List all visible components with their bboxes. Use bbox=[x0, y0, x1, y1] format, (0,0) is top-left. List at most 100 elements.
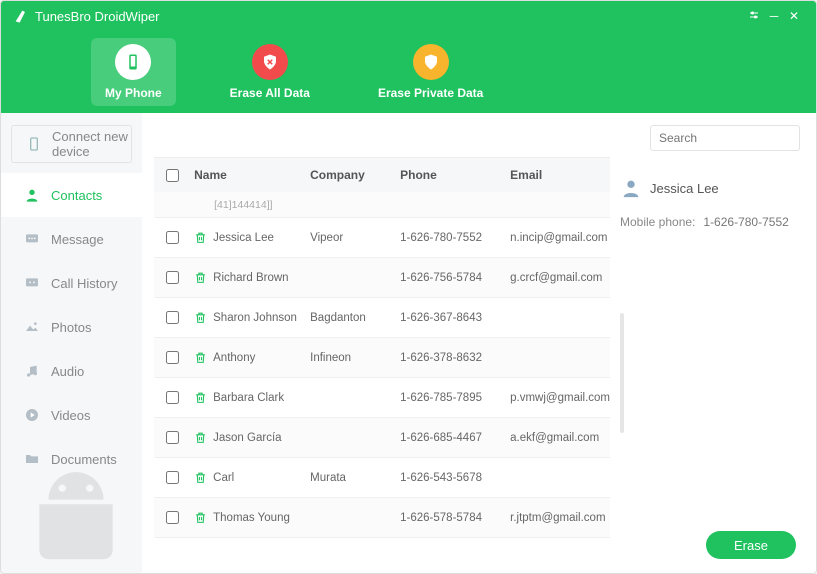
sidebar-item-message[interactable]: Message bbox=[1, 217, 142, 261]
cell-name: Richard Brown bbox=[213, 272, 288, 284]
cell-company: Bagdanton bbox=[310, 312, 400, 324]
sidebar-item-call-history[interactable]: Call History bbox=[1, 261, 142, 305]
detail-panel: Jessica Lee Mobile phone: 1-626-780-7552 bbox=[620, 157, 800, 561]
cell-name: Thomas Young bbox=[213, 512, 290, 524]
main-content: Name Company Phone Email [41]144414]]Jes… bbox=[142, 113, 816, 573]
app-logo-icon bbox=[13, 8, 29, 24]
sidebar-item-audio[interactable]: Audio bbox=[1, 349, 142, 393]
trash-icon[interactable] bbox=[194, 511, 207, 524]
minimize-button[interactable]: ─ bbox=[764, 9, 784, 23]
cell-phone: 1-626-378-8632 bbox=[400, 352, 510, 364]
detail-phone-value: 1-626-780-7552 bbox=[703, 215, 788, 229]
trash-icon[interactable] bbox=[194, 431, 207, 444]
select-all-checkbox[interactable] bbox=[166, 169, 179, 182]
detail-name: Jessica Lee bbox=[650, 181, 719, 196]
body: Connect new device Contacts Message Call… bbox=[1, 113, 816, 573]
cell-email: g.crcf@gmail.com bbox=[510, 272, 610, 284]
table-row-fragment: [41]144414]] bbox=[154, 192, 610, 218]
erase-button[interactable]: Erase bbox=[706, 531, 796, 559]
call-icon bbox=[23, 274, 41, 292]
cell-email: r.jtptm@gmail.com bbox=[510, 512, 610, 524]
sidebar-item-label: Contacts bbox=[51, 188, 102, 203]
table-header: Name Company Phone Email bbox=[154, 158, 610, 192]
scrollbar[interactable] bbox=[620, 313, 624, 433]
row-checkbox[interactable] bbox=[166, 231, 179, 244]
row-checkbox[interactable] bbox=[166, 431, 179, 444]
sidebar-top-label: Connect new device bbox=[52, 129, 131, 159]
sidebar-item-label: Photos bbox=[51, 320, 91, 335]
table-body[interactable]: [41]144414]] Jessica Lee Vipeor1-626-780-7… bbox=[154, 192, 610, 561]
tab-erase-private[interactable]: Erase Private Data bbox=[364, 38, 497, 106]
sidebar-item-label: Message bbox=[51, 232, 104, 247]
row-checkbox[interactable] bbox=[166, 311, 179, 324]
cell-email: n.incip@gmail.com bbox=[510, 232, 610, 244]
header-email: Email bbox=[510, 168, 610, 182]
row-checkbox[interactable] bbox=[166, 471, 179, 484]
cell-name: Barbara Clark bbox=[213, 392, 284, 404]
tab-label: Erase All Data bbox=[230, 86, 310, 100]
shield-cross-icon bbox=[252, 44, 288, 80]
table-row[interactable]: CarlMurata1-626-543-5678 bbox=[154, 458, 610, 498]
trash-icon[interactable] bbox=[194, 311, 207, 324]
table-row[interactable]: Barbara Clark1-626-785-7895p.vmwj@gmail.… bbox=[154, 378, 610, 418]
tab-erase-all[interactable]: Erase All Data bbox=[216, 38, 324, 106]
android-watermark-icon bbox=[1, 463, 151, 573]
table-row[interactable]: Jason García 1-626-685-4467a.ekf@gmail.co… bbox=[154, 418, 610, 458]
table-row[interactable]: AnthonyInfineon1-626-378-8632 bbox=[154, 338, 610, 378]
table-row[interactable]: Sharon Johnson Bagdanton1-626-367-8643 bbox=[154, 298, 610, 338]
detail-phone-label: Mobile phone: bbox=[620, 215, 695, 229]
message-icon bbox=[23, 230, 41, 248]
sidebar: Connect new device Contacts Message Call… bbox=[1, 113, 142, 573]
row-checkbox[interactable] bbox=[166, 271, 179, 284]
trash-icon[interactable] bbox=[194, 231, 207, 244]
tab-strip: My Phone Erase All Data Erase Private Da… bbox=[1, 31, 816, 113]
tab-label: Erase Private Data bbox=[378, 86, 483, 100]
sidebar-item-label: Call History bbox=[51, 276, 117, 291]
header-name: Name bbox=[190, 168, 310, 182]
search-input[interactable] bbox=[659, 131, 814, 145]
trash-icon[interactable] bbox=[194, 391, 207, 404]
table-row[interactable]: Thomas Young 1-626-578-5784r.jtptm@gmail.… bbox=[154, 498, 610, 538]
cell-phone: 1-626-756-5784 bbox=[400, 272, 510, 284]
cell-name: Sharon Johnson bbox=[213, 312, 297, 324]
tab-my-phone[interactable]: My Phone bbox=[91, 38, 176, 106]
contacts-table: Name Company Phone Email [41]144414]]Jes… bbox=[154, 157, 610, 561]
trash-icon[interactable] bbox=[194, 351, 207, 364]
cell-company: Murata bbox=[310, 472, 400, 484]
connect-device-button[interactable]: Connect new device bbox=[11, 125, 132, 163]
cell-email: a.ekf@gmail.com bbox=[510, 432, 610, 444]
person-icon bbox=[23, 186, 41, 204]
cell-name: Jessica Lee bbox=[213, 232, 274, 244]
settings-icon[interactable] bbox=[744, 9, 764, 24]
table-row[interactable]: Richard Brown 1-626-756-5784g.crcf@gmail.… bbox=[154, 258, 610, 298]
cell-name: Carl bbox=[213, 472, 234, 484]
cell-phone: 1-626-367-8643 bbox=[400, 312, 510, 324]
table-row[interactable]: Jessica Lee Vipeor1-626-780-7552n.incip@g… bbox=[154, 218, 610, 258]
close-button[interactable]: ✕ bbox=[784, 9, 804, 23]
device-icon bbox=[26, 135, 42, 153]
shield-icon bbox=[413, 44, 449, 80]
cell-phone: 1-626-685-4467 bbox=[400, 432, 510, 444]
sidebar-item-contacts[interactable]: Contacts bbox=[1, 173, 142, 217]
title-bar: TunesBro DroidWiper ─ ✕ bbox=[1, 1, 816, 31]
cell-phone: 1-626-780-7552 bbox=[400, 232, 510, 244]
cell-company: Vipeor bbox=[310, 232, 400, 244]
row-checkbox[interactable] bbox=[166, 511, 179, 524]
header-company: Company bbox=[310, 168, 400, 182]
search-box[interactable] bbox=[650, 125, 800, 151]
phone-icon bbox=[115, 44, 151, 80]
cell-name: Jason García bbox=[213, 432, 281, 444]
app-title: TunesBro DroidWiper bbox=[35, 9, 160, 24]
tab-label: My Phone bbox=[105, 86, 162, 100]
sidebar-item-label: Videos bbox=[51, 408, 91, 423]
cell-phone: 1-626-578-5784 bbox=[400, 512, 510, 524]
audio-icon bbox=[23, 362, 41, 380]
trash-icon[interactable] bbox=[194, 271, 207, 284]
trash-icon[interactable] bbox=[194, 471, 207, 484]
header-phone: Phone bbox=[400, 168, 510, 182]
row-checkbox[interactable] bbox=[166, 351, 179, 364]
cell-phone: 1-626-785-7895 bbox=[400, 392, 510, 404]
sidebar-item-videos[interactable]: Videos bbox=[1, 393, 142, 437]
sidebar-item-photos[interactable]: Photos bbox=[1, 305, 142, 349]
row-checkbox[interactable] bbox=[166, 391, 179, 404]
